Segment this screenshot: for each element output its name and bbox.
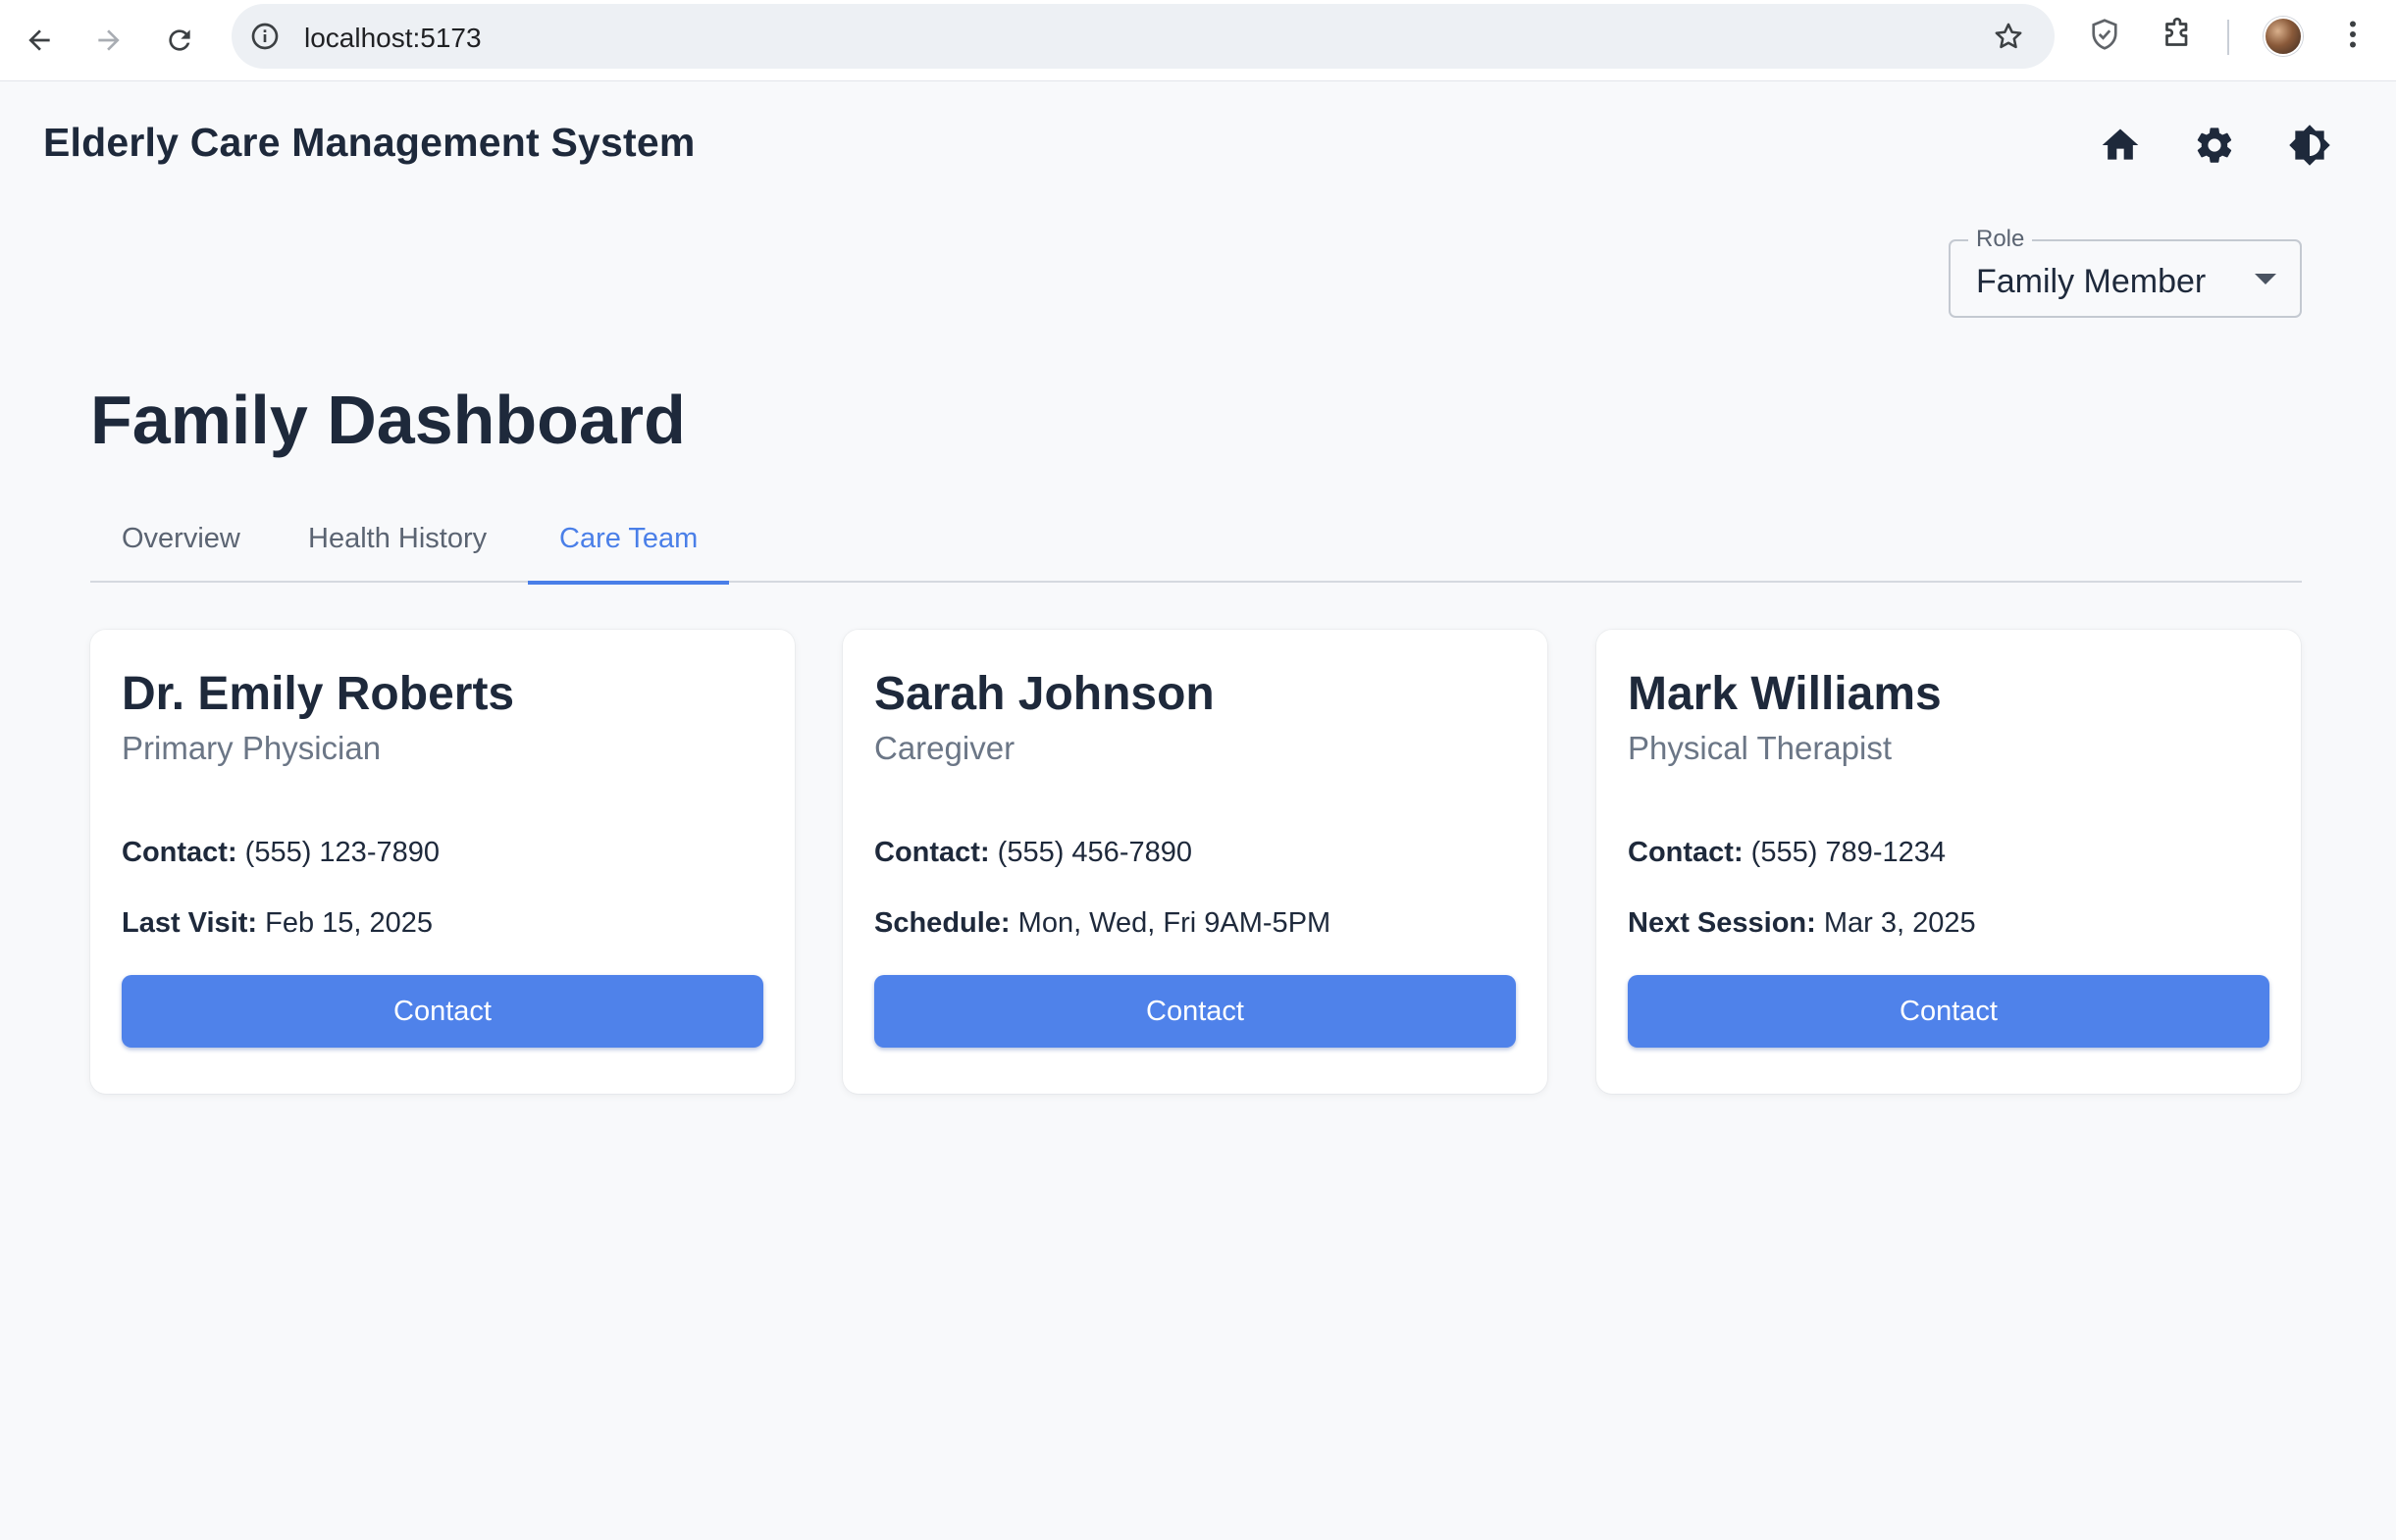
shield-extension-icon[interactable] xyxy=(2087,17,2122,52)
field-value: Feb 15, 2025 xyxy=(265,907,434,939)
care-team-card: Sarah Johnson Caregiver Contact: (555) 4… xyxy=(843,630,1547,1094)
last-visit-line: Last Visit: Feb 15, 2025 xyxy=(122,907,433,940)
toolbar-divider xyxy=(2227,20,2229,55)
address-bar[interactable]: localhost:5173 xyxy=(232,4,2055,69)
tab-overview[interactable]: Overview xyxy=(90,494,272,583)
field-value: (555) 123-7890 xyxy=(244,837,440,868)
member-name: Dr. Emily Roberts xyxy=(122,668,515,720)
tab-care-team[interactable]: Care Team xyxy=(528,494,730,585)
member-role: Physical Therapist xyxy=(1628,730,1893,766)
page-title: Family Dashboard xyxy=(90,382,686,458)
home-icon[interactable] xyxy=(2093,118,2148,173)
schedule-line: Schedule: Mon, Wed, Fri 9AM-5PM xyxy=(874,907,1330,940)
bookmark-star-icon[interactable] xyxy=(1992,20,2025,53)
browser-toolbar: localhost:5173 xyxy=(0,0,2396,81)
role-select[interactable]: Role Family Member xyxy=(1949,226,2302,318)
field-label: Next Session: xyxy=(1628,907,1816,939)
next-session-line: Next Session: Mar 3, 2025 xyxy=(1628,907,1976,940)
settings-gear-icon[interactable] xyxy=(2187,118,2242,173)
role-select-value[interactable]: Family Member xyxy=(1976,263,2206,301)
field-label: Contact: xyxy=(1628,837,1744,868)
app-title: Elderly Care Management System xyxy=(43,120,696,165)
field-value: Mar 3, 2025 xyxy=(1823,907,1976,939)
member-name: Mark Williams xyxy=(1628,668,1942,720)
field-label: Contact: xyxy=(874,837,990,868)
member-role: Caregiver xyxy=(874,730,1016,766)
member-role: Primary Physician xyxy=(122,730,382,766)
theme-toggle-icon[interactable] xyxy=(2282,118,2337,173)
field-value: Mon, Wed, Fri 9AM-5PM xyxy=(1017,907,1331,939)
more-menu-icon[interactable] xyxy=(2335,17,2370,52)
field-value: (555) 789-1234 xyxy=(1750,837,1946,868)
contact-line: Contact: (555) 123-7890 xyxy=(122,837,440,869)
contact-line: Contact: (555) 456-7890 xyxy=(874,837,1192,869)
forward-arrow-icon[interactable] xyxy=(82,14,135,67)
contact-button[interactable]: Contact xyxy=(874,975,1516,1048)
contact-line: Contact: (555) 789-1234 xyxy=(1628,837,1946,869)
care-team-card: Dr. Emily Roberts Primary Physician Cont… xyxy=(90,630,795,1094)
back-arrow-icon[interactable] xyxy=(13,14,66,67)
contact-button[interactable]: Contact xyxy=(122,975,763,1048)
field-value: (555) 456-7890 xyxy=(997,837,1192,868)
field-label: Schedule: xyxy=(874,907,1011,939)
site-info-icon[interactable] xyxy=(249,21,281,52)
field-label: Last Visit: xyxy=(122,907,258,939)
reload-icon[interactable] xyxy=(153,14,206,67)
contact-button[interactable]: Contact xyxy=(1628,975,2269,1048)
profile-avatar[interactable] xyxy=(2264,17,2303,56)
care-team-card: Mark Williams Physical Therapist Contact… xyxy=(1596,630,2301,1094)
member-name: Sarah Johnson xyxy=(874,668,1215,720)
url-text[interactable]: localhost:5173 xyxy=(304,23,482,54)
field-label: Contact: xyxy=(122,837,237,868)
role-select-label: Role xyxy=(1968,226,2033,253)
puzzle-extension-icon[interactable] xyxy=(2160,17,2195,52)
chevron-down-icon[interactable] xyxy=(2255,274,2276,284)
dashboard-tabs: Overview Health History Care Team xyxy=(90,494,2302,585)
tab-health-history[interactable]: Health History xyxy=(277,494,518,583)
